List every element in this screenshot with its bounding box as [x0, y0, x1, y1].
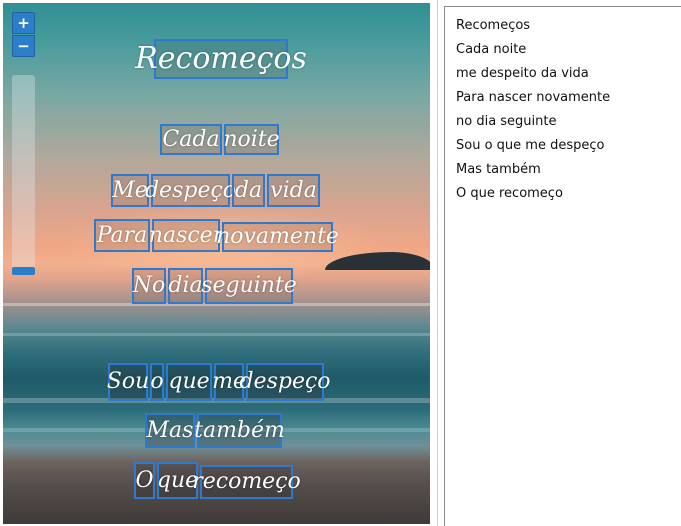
word-box[interactable]: que	[166, 363, 212, 401]
wave-line	[3, 333, 430, 336]
word-box[interactable]: No	[132, 268, 166, 304]
zoom-slider[interactable]	[12, 75, 35, 275]
word-box[interactable]: Cada	[160, 124, 222, 155]
word-box[interactable]: novamente	[216, 222, 339, 252]
zoom-slider-handle[interactable]	[12, 267, 35, 275]
word-box[interactable]: despeço	[145, 174, 236, 207]
word-box[interactable]: da	[232, 174, 265, 207]
image-viewer[interactable]: + − Recomeços Cada noite Me despeço da v…	[3, 3, 430, 524]
zoom-out-button[interactable]: −	[12, 35, 35, 57]
word-box[interactable]: Recomeços	[135, 39, 307, 79]
word-box[interactable]: Mas	[145, 413, 195, 448]
transcript-line[interactable]: no dia seguinte	[456, 112, 681, 136]
transcript-line[interactable]: Cada noite	[456, 40, 681, 64]
transcript-line[interactable]: Recomeços	[456, 16, 681, 40]
word-box[interactable]: noite	[223, 124, 280, 155]
transcript-line[interactable]: Para nascer novamente	[456, 88, 681, 112]
word-box[interactable]: o	[150, 363, 164, 401]
word-box[interactable]: Sou	[107, 363, 149, 401]
word-box[interactable]: dia	[168, 268, 203, 304]
transcript-line[interactable]: O que recomeço	[456, 184, 681, 208]
transcript-line[interactable]: me despeito da vida	[456, 64, 681, 88]
word-box[interactable]: Para	[94, 219, 150, 252]
word-box[interactable]: seguinte	[201, 268, 297, 304]
zoom-in-button[interactable]: +	[12, 12, 35, 34]
transcript-line[interactable]: Mas também	[456, 160, 681, 184]
word-box[interactable]: nascer	[149, 219, 223, 252]
word-box[interactable]: O	[134, 462, 155, 499]
transcript-line[interactable]: Sou o que me despeço	[456, 136, 681, 160]
word-box[interactable]: Me	[111, 174, 149, 207]
panel-divider[interactable]	[437, 0, 438, 526]
transcript-textarea[interactable]: Recomeços Cada noite me despeito da vida…	[444, 6, 681, 526]
word-box[interactable]: vida	[267, 174, 320, 207]
word-box[interactable]: recomeço	[192, 465, 301, 499]
word-box[interactable]: despeço	[239, 363, 331, 401]
word-box[interactable]: também	[194, 413, 285, 448]
